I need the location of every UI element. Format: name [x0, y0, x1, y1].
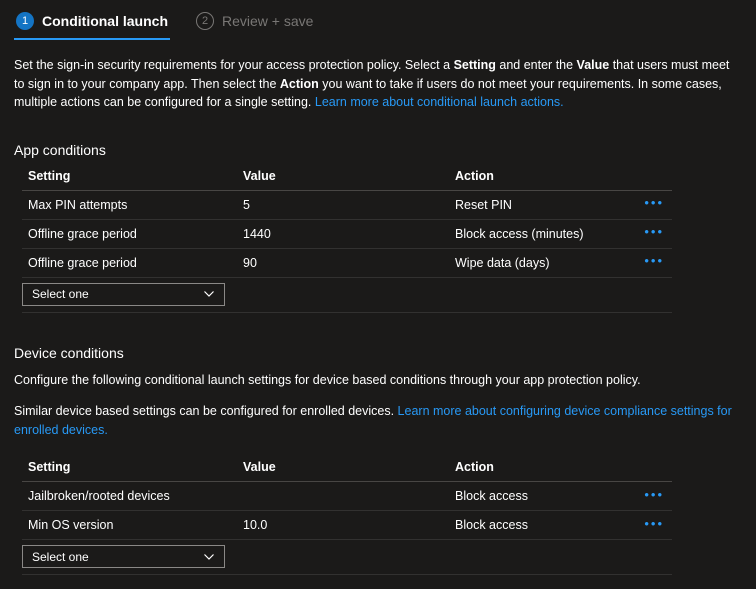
action-cell: Block access	[455, 518, 628, 532]
device-conditions-note: Similar device based settings can be con…	[14, 402, 740, 439]
column-header-action: Action	[455, 169, 628, 183]
action-cell: Reset PIN	[455, 198, 628, 212]
wizard-steps: 1 Conditional launch 2 Review + save	[14, 10, 742, 40]
table-row: Offline grace period 1440 Block access (…	[22, 220, 672, 249]
intro-bold-value: Value	[577, 58, 610, 72]
intro-paragraph: Set the sign-in security requirements fo…	[14, 56, 740, 112]
action-cell: Block access (minutes)	[455, 227, 628, 241]
value-cell: 90	[243, 256, 455, 270]
more-options-icon[interactable]: •••	[640, 484, 672, 509]
more-options-icon[interactable]: •••	[640, 221, 672, 246]
column-header-value: Value	[243, 460, 455, 474]
tab-review-save[interactable]: 2 Review + save	[194, 10, 315, 38]
table-row: Jailbroken/rooted devices Block access •…	[22, 482, 672, 511]
intro-bold-setting: Setting	[454, 58, 496, 72]
setting-cell: Jailbroken/rooted devices	[28, 489, 243, 503]
table-header-row: Setting Value Action	[22, 453, 672, 482]
value-cell: 10.0	[243, 518, 455, 532]
action-cell: Block access	[455, 489, 628, 503]
device-conditions-table: Setting Value Action Jailbroken/rooted d…	[22, 453, 672, 575]
table-row: Offline grace period 90 Wipe data (days)…	[22, 249, 672, 278]
intro-text: Set the sign-in security requirements fo…	[14, 58, 454, 72]
add-setting-row: Select one	[22, 278, 672, 313]
tab-label: Review + save	[222, 13, 313, 29]
value-cell: 1440	[243, 227, 455, 241]
dropdown-placeholder: Select one	[32, 550, 89, 564]
learn-more-conditional-launch-link[interactable]: Learn more about conditional launch acti…	[315, 95, 564, 109]
setting-cell: Max PIN attempts	[28, 198, 243, 212]
setting-cell: Min OS version	[28, 518, 243, 532]
tab-conditional-launch[interactable]: 1 Conditional launch	[14, 10, 170, 40]
setting-cell: Offline grace period	[28, 227, 243, 241]
value-cell: 5	[243, 198, 455, 212]
intro-bold-action: Action	[280, 77, 319, 91]
chevron-down-icon	[203, 551, 215, 563]
column-header-setting: Setting	[28, 169, 243, 183]
setting-cell: Offline grace period	[28, 256, 243, 270]
app-conditions-heading: App conditions	[14, 142, 742, 158]
table-header-row: Setting Value Action	[22, 162, 672, 191]
more-options-icon[interactable]: •••	[640, 513, 672, 538]
dropdown-placeholder: Select one	[32, 287, 89, 301]
device-conditions-heading: Device conditions	[14, 345, 742, 361]
tab-label: Conditional launch	[42, 13, 168, 29]
step-number-badge: 1	[16, 12, 34, 30]
setting-select-dropdown[interactable]: Select one	[22, 283, 225, 306]
intro-text: and enter the	[496, 58, 577, 72]
more-options-icon[interactable]: •••	[640, 192, 672, 217]
table-row: Min OS version 10.0 Block access •••	[22, 511, 672, 540]
step-number-badge: 2	[196, 12, 214, 30]
table-row: Max PIN attempts 5 Reset PIN •••	[22, 191, 672, 220]
column-header-action: Action	[455, 460, 628, 474]
device-conditions-description: Configure the following conditional laun…	[14, 371, 740, 390]
chevron-down-icon	[203, 288, 215, 300]
more-options-icon[interactable]: •••	[640, 250, 672, 275]
add-setting-row: Select one	[22, 540, 672, 575]
action-cell: Wipe data (days)	[455, 256, 628, 270]
column-header-setting: Setting	[28, 460, 243, 474]
setting-select-dropdown[interactable]: Select one	[22, 545, 225, 568]
column-header-value: Value	[243, 169, 455, 183]
app-conditions-table: Setting Value Action Max PIN attempts 5 …	[22, 162, 672, 313]
note-text: Similar device based settings can be con…	[14, 404, 398, 418]
